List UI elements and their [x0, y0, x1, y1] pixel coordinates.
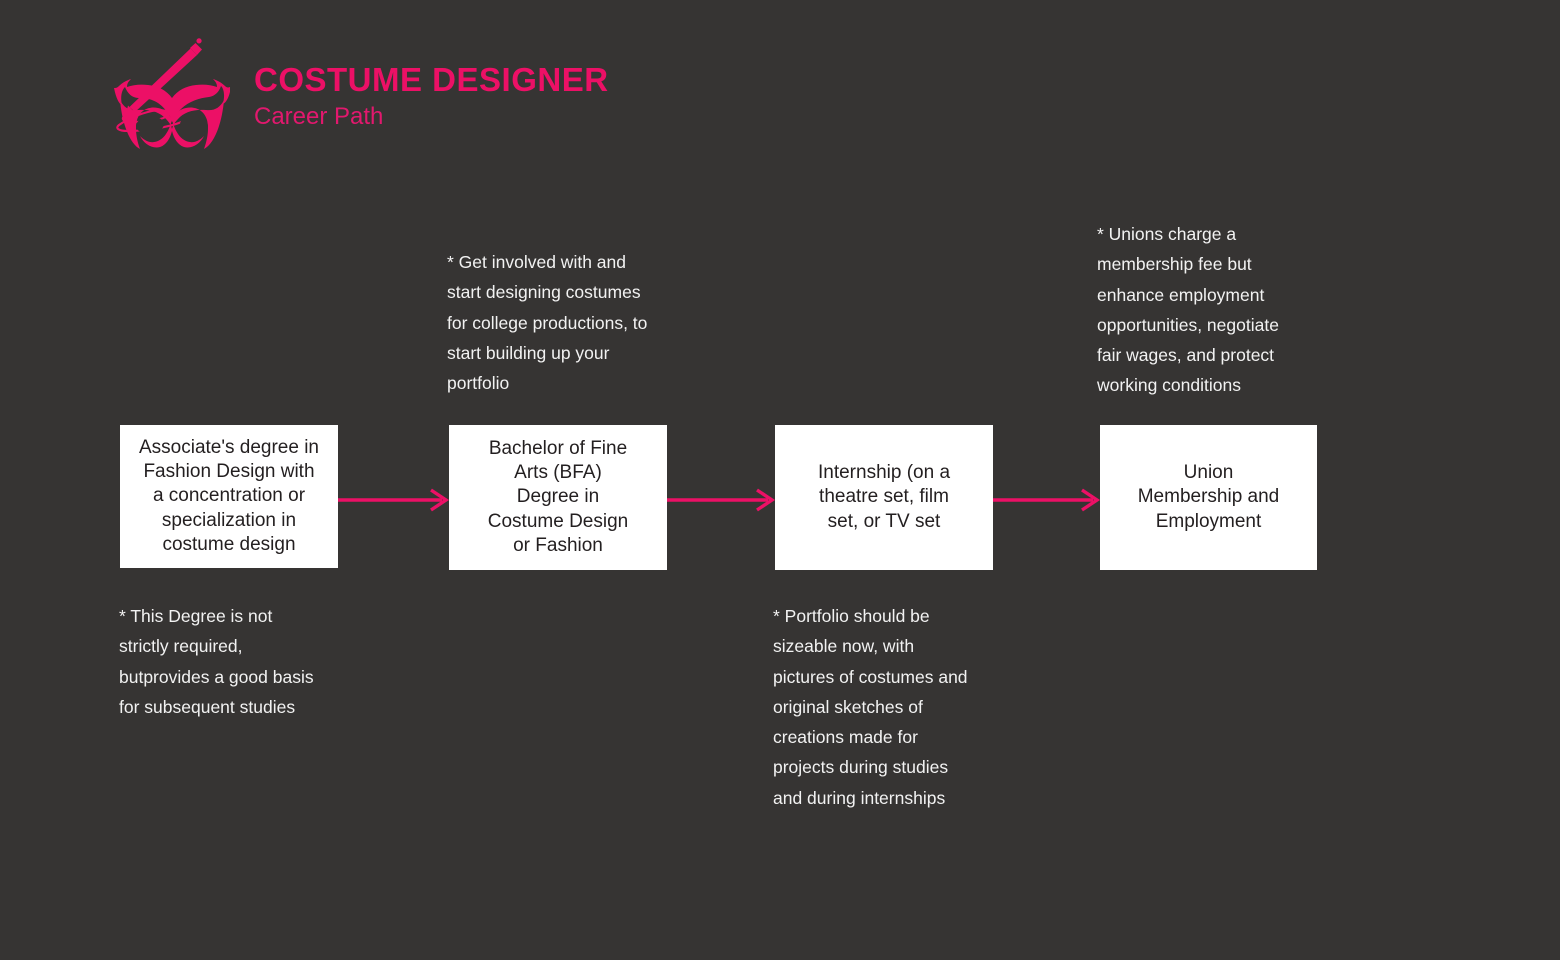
flow-step-label-2: Bachelor of Fine Arts (BFA) Degree in Co…	[487, 438, 629, 556]
flow-step-box-2[interactable]: Bachelor of Fine Arts (BFA) Degree in Co…	[449, 425, 667, 570]
arrow-right-icon-3	[993, 487, 1101, 513]
annotation-note-3: * Portfolio should be sizeable now, with…	[773, 606, 968, 808]
flow-step-box-3[interactable]: Internship (on a theatre set, film set, …	[775, 425, 993, 570]
flow-step-label-3: Internship (on a theatre set, film set, …	[817, 462, 951, 532]
arrow-right-icon-1	[338, 487, 450, 513]
career-path-diagram: COSTUME DESIGNER Career Path Associate's…	[0, 0, 1560, 960]
flow-step-box-1[interactable]: Associate's degree in Fashion Design wit…	[120, 425, 338, 568]
page-title: COSTUME DESIGNER	[254, 61, 609, 98]
costume-mask-with-needle-and-thread-icon	[106, 32, 230, 152]
annotation-note-1: * This Degree is not strictly required, …	[119, 606, 314, 717]
header-title-block: COSTUME DESIGNER Career Path	[254, 61, 609, 130]
flow-step-box-4[interactable]: Union Membership and Employment	[1100, 425, 1317, 570]
annotation-note-4: * Unions charge a membership fee but enh…	[1097, 224, 1279, 396]
annotation-note-2: * Get involved with and start designing …	[447, 252, 648, 394]
flow-step-label-4: Union Membership and Employment	[1137, 462, 1280, 532]
flow-step-label-1: Associate's degree in Fashion Design wit…	[138, 437, 319, 555]
page-subtitle: Career Path	[254, 102, 384, 130]
arrow-right-icon-2	[667, 487, 776, 513]
